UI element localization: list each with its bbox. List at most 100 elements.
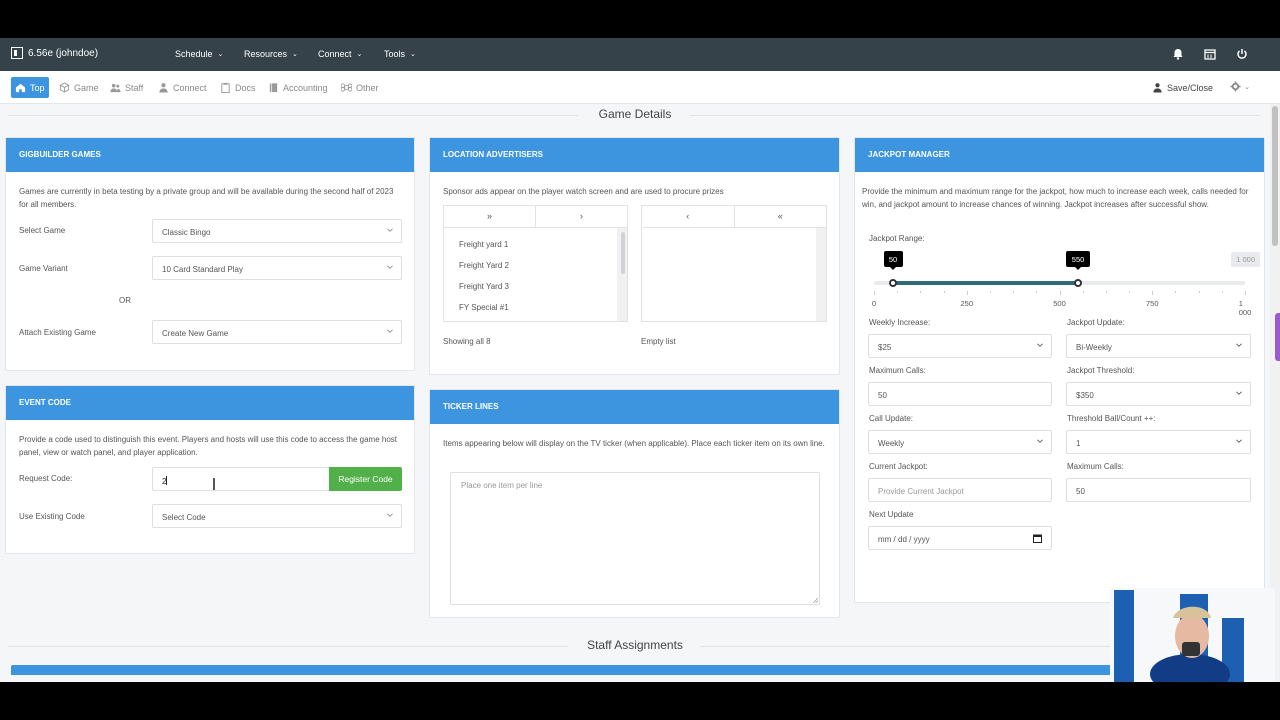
slider-fill (892, 281, 1079, 285)
current-jackpot-input[interactable]: Provide Current Jackpot (868, 478, 1052, 502)
menu-label: Schedule (175, 49, 213, 59)
list-item[interactable]: Freight yard 1 (459, 240, 508, 249)
slider-minor-tick (1129, 291, 1131, 293)
attach-game-dropdown[interactable]: Create New Game (152, 320, 402, 344)
menu-label: Connect (318, 49, 352, 59)
chevron-down-icon (387, 265, 393, 269)
top-navbar: 6.56e (johndoe) Schedule ⌄ Resources ⌄ Con… (0, 38, 1280, 71)
sub-navbar: Top Game Staff Connect Docs Accounting O… (0, 71, 1280, 104)
list-scrollbar[interactable] (621, 232, 625, 274)
weekly-increase-label: Weekly Increase: (869, 318, 931, 327)
webcam-overlay (1110, 588, 1275, 682)
advertisers-card: LOCATION ADVERTISERS Sponsor ads appear … (429, 137, 840, 375)
calendar-icon[interactable] (1033, 534, 1042, 543)
list-item[interactable]: Freight Yard 3 (459, 282, 509, 291)
tab-accounting[interactable]: Accounting (264, 77, 332, 98)
ticker-textarea[interactable]: Place one item per line (450, 472, 820, 605)
game-variant-dropdown[interactable]: 10 Card Standard Play (152, 256, 402, 280)
select-value: 10 Card Standard Play (162, 265, 243, 274)
list-item[interactable]: Freight Yard 2 (459, 261, 509, 270)
resize-handle-icon[interactable] (812, 597, 818, 603)
current-jackpot-label: Current Jackpot: (869, 462, 928, 471)
tab-connect[interactable]: Connect (154, 77, 211, 98)
slider-minor-tick (943, 291, 945, 293)
gigbuilder-card: GIGBUILDER GAMES Games are currently in … (5, 137, 415, 371)
move-left-button[interactable]: ‹ (642, 206, 734, 227)
menu-resources[interactable]: Resources ⌄ (244, 49, 298, 59)
app-logo-icon (11, 47, 23, 59)
slider-handle-low[interactable] (888, 279, 897, 287)
slider-tick (966, 291, 968, 295)
tab-other[interactable]: Other (337, 77, 383, 98)
slider-handle-high[interactable] (1074, 279, 1083, 287)
weekly-increase-dropdown[interactable]: $25 (868, 334, 1052, 358)
power-icon[interactable] (1235, 47, 1249, 61)
bell-icon[interactable] (1171, 47, 1185, 61)
home-icon (15, 83, 26, 93)
call-update-dropdown[interactable]: Weekly (868, 430, 1052, 454)
chevron-down-icon: ⌄ (356, 51, 363, 58)
settings-dropdown[interactable]: ⌄ (1230, 81, 1250, 92)
slider-tick (874, 291, 875, 295)
threshold-ball-label: Threshold Ball/Count ++: (1067, 414, 1156, 423)
existing-code-dropdown[interactable]: Select Code (152, 504, 402, 528)
menu-connect[interactable]: Connect ⌄ (318, 49, 362, 59)
save-close-button[interactable]: Save/Close (1152, 82, 1213, 93)
slider-tick-label: 750 (1145, 299, 1159, 308)
max-calls-2-input[interactable]: 50 (1066, 478, 1251, 502)
jackpot-range-slider[interactable]: 50 550 1 000 0 250 500 750 1 000 (872, 248, 1260, 317)
threshold-ball-dropdown[interactable]: 1 (1066, 430, 1251, 454)
menu-tools[interactable]: Tools ⌄ (384, 49, 416, 59)
max-calls-input[interactable]: 50 (868, 382, 1052, 406)
card-description: Provide the minimum and maximum range fo… (862, 187, 1249, 209)
next-update-date-input[interactable]: mm / dd / yyyy (868, 526, 1052, 550)
user-check-icon (1153, 83, 1162, 93)
tab-top[interactable]: Top (11, 77, 49, 98)
tab-label: Accounting (283, 82, 328, 93)
users-icon (110, 83, 121, 93)
slider-tick (1245, 291, 1246, 295)
select-value: Classic Bingo (162, 228, 211, 237)
clipboard-icon (221, 82, 230, 93)
move-all-left-button[interactable]: « (733, 206, 827, 227)
menu-schedule[interactable]: Schedule ⌄ (175, 49, 223, 59)
available-list: » › Freight yard 1 Freight Yard 2 Freigh… (443, 205, 628, 322)
attach-game-label: Attach Existing Game (19, 328, 96, 337)
calendar-icon[interactable] (1203, 47, 1217, 61)
jackpot-threshold-label: Jackpot Threshold: (1067, 366, 1135, 375)
page-scrollbar-thumb[interactable] (1272, 106, 1278, 246)
tab-docs[interactable]: Docs (216, 77, 260, 98)
chevron-down-icon (1037, 343, 1043, 347)
select-value: Create New Game (162, 329, 229, 338)
list-item[interactable]: FY Special #1 (459, 303, 509, 312)
menu-label: Tools (384, 49, 406, 59)
slider-tick-label: 250 (960, 299, 974, 308)
command-icon (341, 83, 352, 92)
jackpot-update-dropdown[interactable]: Bi-Weekly (1066, 334, 1251, 358)
divider (8, 646, 568, 647)
side-widget-tab[interactable] (1275, 313, 1280, 361)
brand[interactable]: 6.56e (johndoe) (11, 47, 98, 59)
tab-game[interactable]: Game (55, 77, 103, 98)
ticker-card: TICKER LINES Items appearing below will … (429, 389, 840, 618)
move-all-right-button[interactable]: » (444, 206, 535, 227)
chevron-down-icon (1037, 439, 1043, 443)
list-scrollbar-track[interactable] (816, 228, 826, 321)
select-game-dropdown[interactable]: Classic Bingo (152, 219, 402, 243)
section-title: Game Details (598, 107, 672, 121)
slider-minor-tick (1036, 291, 1038, 293)
select-value: $25 (878, 343, 892, 352)
gear-icon (1230, 81, 1241, 92)
move-right-button[interactable]: › (535, 206, 627, 227)
tab-staff[interactable]: Staff (106, 77, 147, 98)
select-value: Bi-Weekly (1076, 343, 1112, 352)
jackpot-threshold-dropdown[interactable]: $350 (1066, 382, 1251, 406)
slider-minor-tick (1105, 291, 1107, 293)
slider-minor-tick (989, 291, 991, 293)
chevron-down-icon (387, 329, 393, 333)
register-code-button[interactable]: Register Code (329, 467, 402, 491)
request-code-input[interactable]: 2 (152, 467, 330, 491)
section-title: Staff Assignments (587, 638, 683, 652)
jackpot-range-label: Jackpot Range: (869, 234, 925, 243)
available-status: Showing all 8 (443, 337, 491, 346)
